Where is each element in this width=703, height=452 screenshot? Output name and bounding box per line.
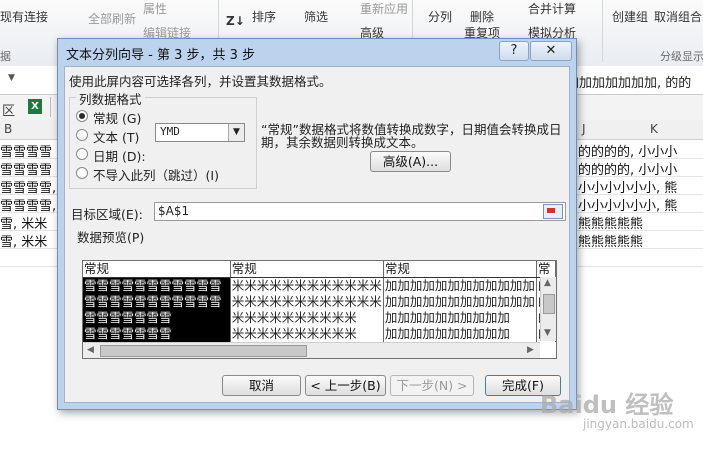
properties-button[interactable]: 属性 (143, 0, 167, 17)
range-select-icon[interactable] (543, 204, 563, 219)
preview-cell[interactable]: 雪雪雪雪雪雪雪 (83, 326, 231, 342)
excel-icon[interactable]: X (28, 99, 42, 114)
remove-button[interactable]: 删除 (470, 8, 494, 25)
preview-column-header[interactable]: 常规 (230, 261, 384, 278)
scroll-left-icon[interactable]: ◀ (87, 345, 94, 355)
radio-indicator[interactable] (76, 110, 88, 122)
general-format-note: “常规”数据格式将数值转换成数字，日期值会转换成日期，其余数据则转换成文本。 (261, 122, 562, 150)
preview-cell[interactable]: 加加加加加加加加加加 (383, 326, 537, 342)
chevron-down-icon[interactable]: ▼ (228, 124, 244, 141)
data-group-label: 据 (0, 50, 11, 63)
radio-indicator[interactable] (76, 148, 88, 160)
scroll-down-icon[interactable]: ▼ (544, 328, 551, 338)
preview-cell[interactable]: 加加加加加加加加加加加加 (383, 277, 537, 294)
preview-cell[interactable]: 雪雪雪雪雪雪雪雪雪雪雪 (83, 294, 231, 310)
preview-row: 雪雪雪雪雪雪雪雪雪雪雪 米米米米米米米米米米米米 加加加加加加加加加加加加 的 (83, 277, 556, 294)
column-format-legend: 列数据格式 (76, 89, 145, 108)
preview-column-header[interactable]: 常规 (83, 261, 231, 278)
cell[interactable]: 熊熊熊熊熊 (578, 231, 643, 250)
advanced-button[interactable]: 高级(A)... (370, 151, 451, 172)
preview-row: 雪雪雪雪雪雪雪 米米米米米米米米米米 加加加加加加加加加加 的 (83, 326, 556, 342)
scroll-thumb[interactable] (100, 345, 307, 357)
cell[interactable]: 雪雪雪雪 (0, 141, 52, 160)
preview-cell[interactable]: 米米米米米米米米米米 (230, 326, 384, 342)
close-button[interactable]: ✕ (530, 41, 572, 61)
radio-label[interactable]: 常规 (G) (93, 108, 141, 127)
destination-label: 目标区域(E): (71, 207, 143, 222)
preview-cell[interactable]: 雪雪雪雪雪雪雪 (83, 310, 231, 326)
sort-za-icon[interactable]: Z↓ (226, 14, 245, 28)
preview-vertical-scrollbar[interactable]: ▲ ▼ (540, 277, 556, 341)
radio-indicator[interactable] (76, 129, 88, 141)
preview-cell[interactable]: 加加加加加加加加加加加加 (383, 294, 537, 310)
preview-row: 雪雪雪雪雪雪雪 米米米米米米米米米米 加加加加加加加加加加 的 (83, 310, 556, 326)
text-to-columns-button[interactable]: 分列 (428, 8, 452, 25)
column-header-k[interactable]: K (650, 122, 658, 136)
refresh-all-button[interactable]: 全部刷新 (88, 10, 136, 27)
preview-table: 常规 常规 常规 常 雪雪雪雪雪雪雪雪雪雪雪 米米米米米米米米米米米米 加加加加… (83, 261, 556, 342)
cell[interactable]: 熊熊熊熊熊 (578, 213, 643, 232)
date-format-select[interactable]: YMD ▼ (155, 123, 245, 142)
outline-group-label: 分级显示 (660, 50, 703, 63)
next-button[interactable]: 下一步(N) > (390, 375, 474, 396)
instruction-text: 使用此屏内容可选择各列，并设置其数据格式。 (69, 74, 332, 89)
radio-indicator[interactable] (76, 167, 88, 179)
scroll-up-icon[interactable]: ▲ (544, 278, 551, 288)
baidu-watermark-url: jingyan.baidu.com (583, 417, 694, 431)
destination-value: $A$1 (158, 204, 190, 218)
column-format-group: 列数据格式 常规 (G) 文本 (T) 日期 (D): 不导入此列（跳过）(I) (69, 89, 257, 189)
cell[interactable]: 的的的的, 小小小 (578, 141, 677, 160)
preview-column-header[interactable]: 常 (536, 261, 556, 278)
preview-horizontal-scrollbar[interactable]: ◀ ▶ (83, 342, 540, 358)
column-header-j[interactable]: J (582, 122, 586, 136)
scroll-thumb[interactable] (543, 294, 555, 314)
preview-cell[interactable]: 加加加加加加加加加加 (383, 310, 537, 326)
radio-label[interactable]: 日期 (D): (93, 146, 146, 165)
ungroup-button[interactable]: 取消组合 (654, 8, 702, 25)
sort-button[interactable]: 排序 (252, 8, 276, 25)
data-preview-box[interactable]: 常规 常规 常规 常 雪雪雪雪雪雪雪雪雪雪雪 米米米米米米米米米米米米 加加加加… (82, 260, 557, 359)
date-format-value: YMD (160, 125, 180, 138)
consolidate-button[interactable]: 合并计算 (528, 0, 576, 17)
destination-input[interactable]: $A$1 (154, 202, 566, 221)
reapply-button[interactable]: 重新应用 (360, 0, 408, 17)
name-box-dropdown-icon[interactable]: ▼ (8, 73, 15, 83)
dialog-title: 文本分列向导 - 第 3 步，共 3 步 (66, 48, 256, 63)
preview-cell[interactable]: 雪雪雪雪雪雪雪雪雪雪雪 (83, 277, 231, 294)
filter-button[interactable]: 筛选 (304, 8, 328, 25)
scroll-right-icon[interactable]: ▶ (527, 345, 534, 355)
column-header-b[interactable]: B (4, 122, 12, 136)
help-button[interactable]: ? (499, 41, 529, 61)
cancel-button[interactable]: 取消 (222, 375, 301, 396)
preview-cell[interactable]: 米米米米米米米米米米米米 (230, 294, 384, 310)
cell[interactable]: 雪雪雪雪, (0, 195, 56, 214)
data-preview-label: 数据预览(P) (77, 230, 145, 245)
cell[interactable]: 小小小小小小, 熊 (578, 177, 677, 196)
preview-row: 雪雪雪雪雪雪雪雪雪雪雪 米米米米米米米米米米米米 加加加加加加加加加加加加 的 (83, 294, 556, 310)
group-button[interactable]: 创建组 (612, 8, 648, 25)
cell[interactable]: 小小小小小小, 熊 (578, 195, 677, 214)
cell[interactable]: 的的的的, 小小小 (578, 159, 677, 178)
existing-connections-button[interactable]: 现有连接 (0, 8, 48, 25)
formula-content[interactable]: 加加加加加加加, 的的 (566, 72, 691, 91)
preview-header-row: 常规 常规 常规 常 (83, 261, 556, 278)
back-button[interactable]: < 上一步(B) (305, 375, 386, 396)
dialog-body: 使用此屏内容可选择各列，并设置其数据格式。 列数据格式 常规 (G) 文本 (T… (64, 66, 570, 403)
cell[interactable]: 雪, 米米 (0, 213, 47, 232)
workbook-tab-fragment: 区 (2, 104, 16, 119)
divider (50, 97, 51, 117)
preview-cell[interactable]: 米米米米米米米米米米米米 (230, 277, 384, 294)
preview-cell[interactable]: 米米米米米米米米米米 (230, 310, 384, 326)
radio-label[interactable]: 不导入此列（跳过）(I) (93, 165, 219, 184)
text-to-columns-wizard-dialog: 文本分列向导 - 第 3 步，共 3 步 ? ✕ 使用此屏内容可选择各列，并设置… (57, 38, 577, 410)
cell[interactable]: 雪雪雪雪 (0, 159, 52, 178)
preview-column-header[interactable]: 常规 (383, 261, 537, 278)
radio-label[interactable]: 文本 (T) (93, 127, 139, 146)
cell[interactable]: 雪雪雪雪, (0, 177, 56, 196)
baidu-watermark: Baidu 经验 (540, 391, 674, 419)
cell[interactable]: 雪, 米米 (0, 231, 47, 250)
